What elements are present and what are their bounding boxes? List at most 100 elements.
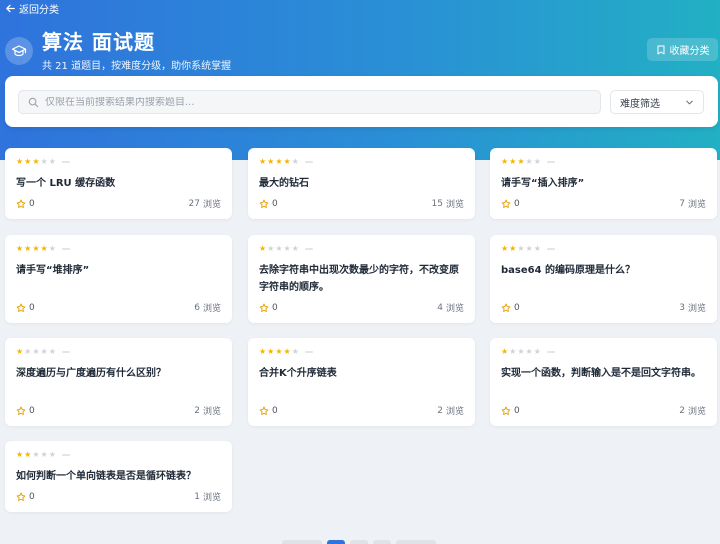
difficulty-star-icon: ★ xyxy=(40,347,48,356)
favorite-count[interactable]: 0 xyxy=(259,302,278,313)
star-outline-icon xyxy=(16,406,26,415)
difficulty-star-icon: ★ xyxy=(32,347,40,356)
favorite-count[interactable]: 0 xyxy=(16,302,35,313)
difficulty-rating: ★ ★ ★ ★ ★ xyxy=(501,245,555,253)
favorite-count[interactable]: 0 xyxy=(259,198,278,209)
question-card[interactable]: ★ ★ ★ ★ ★ 最大的钻石 0 15 浏览 xyxy=(248,148,475,219)
question-title[interactable]: 如何判断一个单向链表是否是循环链表？ xyxy=(16,468,221,485)
back-to-category-link[interactable]: 返回分类 xyxy=(5,1,59,16)
favorite-count-value: 0 xyxy=(29,198,35,209)
difficulty-star-icon: ★ xyxy=(16,157,24,166)
favorite-count[interactable]: 0 xyxy=(501,405,520,416)
view-count-unit: 浏览 xyxy=(687,304,706,314)
view-count: 4 浏览 xyxy=(437,302,464,315)
difficulty-star-icon: ★ xyxy=(501,347,509,356)
back-link-label: 返回分类 xyxy=(19,4,59,16)
difficulty-star-icon: ★ xyxy=(259,157,267,166)
difficulty-star-icon: ★ xyxy=(509,244,517,253)
difficulty-star-icon: ★ xyxy=(275,347,283,356)
favorite-count-value: 0 xyxy=(272,302,278,313)
view-count-value: 3 xyxy=(679,302,685,313)
pagination-next-button[interactable] xyxy=(396,540,436,544)
difficulty-star-icon: ★ xyxy=(525,157,533,166)
difficulty-star-icon: ★ xyxy=(533,244,541,253)
difficulty-star-icon: ★ xyxy=(533,347,541,356)
question-card[interactable]: ★ ★ ★ ★ ★ 请手写“堆排序” 0 6 浏览 xyxy=(5,235,232,323)
difficulty-filter-select[interactable]: 难度筛选 xyxy=(610,90,704,114)
category-badge xyxy=(5,37,33,65)
favorite-count[interactable]: 0 xyxy=(501,198,520,209)
difficulty-rating: ★ ★ ★ ★ ★ xyxy=(259,158,313,166)
view-count-value: 2 xyxy=(679,405,685,416)
difficulty-star-icon: ★ xyxy=(509,347,517,356)
question-card[interactable]: ★ ★ ★ ★ ★ 请手写“插入排序” 0 7 浏览 xyxy=(490,148,717,219)
difficulty-star-icon: ★ xyxy=(40,157,48,166)
favorite-count[interactable]: 0 xyxy=(16,491,35,502)
collect-button-label: 收藏分类 xyxy=(669,46,710,57)
pagination-prev-button[interactable] xyxy=(282,540,322,544)
question-title[interactable]: 写一个 LRU 缓存函数 xyxy=(16,175,221,192)
question-title[interactable]: 请手写“插入排序” xyxy=(501,175,706,192)
view-count-unit: 浏览 xyxy=(202,200,221,210)
page-subtitle: 共 21 道题目，按难度分级，助你系统掌握 xyxy=(42,61,232,72)
difficulty-level-placeholder xyxy=(61,454,70,456)
favorite-count-value: 0 xyxy=(514,405,520,416)
star-outline-icon xyxy=(259,406,269,415)
collect-category-button[interactable]: 收藏分类 xyxy=(647,38,718,61)
difficulty-star-icon: ★ xyxy=(283,157,291,166)
difficulty-level-placeholder xyxy=(546,248,555,250)
favorite-count[interactable]: 0 xyxy=(16,198,35,209)
question-card[interactable]: ★ ★ ★ ★ ★ 去除字符串中出现次数最少的字符，不改变原字符串的顺序。 0 4 浏览 xyxy=(248,235,475,323)
difficulty-level-placeholder xyxy=(61,161,70,163)
search-input[interactable] xyxy=(45,96,585,108)
graduation-cap-icon xyxy=(11,45,27,57)
favorite-count[interactable]: 0 xyxy=(501,302,520,313)
star-outline-icon xyxy=(259,199,269,208)
search-box[interactable] xyxy=(18,90,601,114)
view-count-unit: 浏览 xyxy=(687,407,706,417)
difficulty-star-icon: ★ xyxy=(275,244,283,253)
title-text: 面试题 xyxy=(92,30,155,54)
pagination-page[interactable] xyxy=(373,540,391,544)
difficulty-star-icon: ★ xyxy=(267,157,275,166)
favorite-count[interactable]: 0 xyxy=(259,405,278,416)
difficulty-star-icon: ★ xyxy=(517,157,525,166)
question-card[interactable]: ★ ★ ★ ★ ★ 如何判断一个单向链表是否是循环链表？ 0 1 浏览 xyxy=(5,441,232,512)
difficulty-star-icon: ★ xyxy=(275,157,283,166)
star-outline-icon xyxy=(501,199,511,208)
difficulty-star-icon: ★ xyxy=(48,347,56,356)
difficulty-rating: ★ ★ ★ ★ ★ xyxy=(259,348,313,356)
question-title[interactable]: 实现一个函数，判断输入是不是回文字符串。 xyxy=(501,365,706,382)
question-title[interactable]: 合并K个升序链表 xyxy=(259,365,464,382)
difficulty-star-icon: ★ xyxy=(291,157,299,166)
difficulty-star-icon: ★ xyxy=(291,244,299,253)
favorite-count-value: 0 xyxy=(272,405,278,416)
chevron-down-icon xyxy=(686,100,693,104)
question-title[interactable]: 最大的钻石 xyxy=(259,175,464,192)
difficulty-star-icon: ★ xyxy=(32,450,40,459)
question-title[interactable]: 深度遍历与广度遍历有什么区别？ xyxy=(16,365,221,382)
view-count-unit: 浏览 xyxy=(202,493,221,503)
view-count-value: 4 xyxy=(437,302,443,313)
question-card[interactable]: ★ ★ ★ ★ ★ 写一个 LRU 缓存函数 0 27 浏览 xyxy=(5,148,232,219)
difficulty-star-icon: ★ xyxy=(32,244,40,253)
question-title[interactable]: 请手写“堆排序” xyxy=(16,262,221,279)
question-card[interactable]: ★ ★ ★ ★ ★ 深度遍历与广度遍历有什么区别？ 0 2 浏览 xyxy=(5,338,232,426)
difficulty-star-icon: ★ xyxy=(16,450,24,459)
difficulty-level-placeholder xyxy=(546,161,555,163)
favorite-count[interactable]: 0 xyxy=(16,405,35,416)
question-card[interactable]: ★ ★ ★ ★ ★ 合并K个升序链表 0 2 浏览 xyxy=(248,338,475,426)
question-title[interactable]: base64 的编码原理是什么？ xyxy=(501,262,706,279)
difficulty-rating: ★ ★ ★ ★ ★ xyxy=(16,348,70,356)
difficulty-level-placeholder xyxy=(61,351,70,353)
difficulty-star-icon: ★ xyxy=(24,450,32,459)
question-card[interactable]: ★ ★ ★ ★ ★ 实现一个函数，判断输入是不是回文字符串。 0 2 浏览 xyxy=(490,338,717,426)
category-name: 算法 xyxy=(42,30,84,54)
view-count: 2 浏览 xyxy=(679,405,706,418)
question-title[interactable]: 去除字符串中出现次数最少的字符，不改变原字符串的顺序。 xyxy=(259,262,464,296)
pagination-page-current[interactable] xyxy=(327,540,345,544)
favorite-count-value: 0 xyxy=(29,491,35,502)
pagination-page[interactable] xyxy=(350,540,368,544)
question-card[interactable]: ★ ★ ★ ★ ★ base64 的编码原理是什么？ 0 3 浏览 xyxy=(490,235,717,323)
difficulty-level-placeholder xyxy=(61,248,70,250)
